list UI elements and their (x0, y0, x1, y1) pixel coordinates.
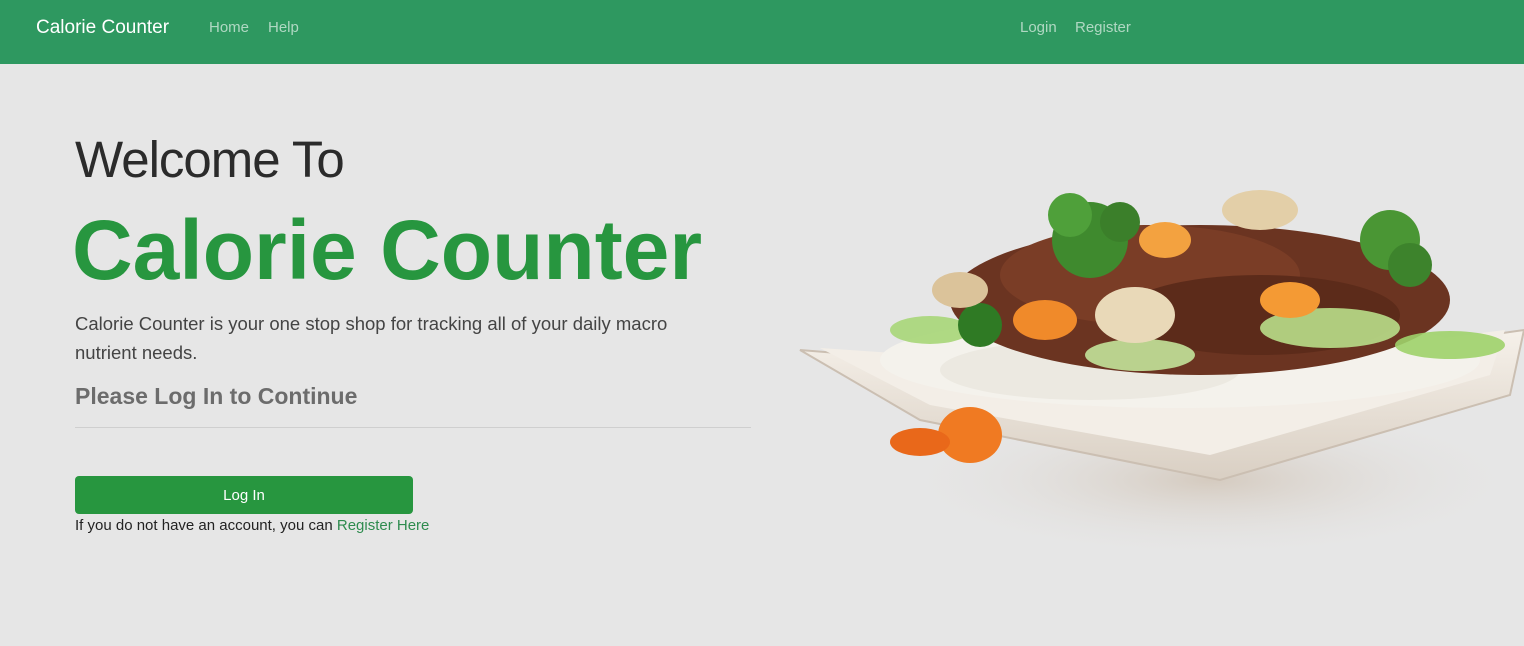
welcome-heading: Welcome To (75, 131, 345, 188)
carrot-slice-3 (1139, 222, 1191, 258)
carrot-slice-2 (1260, 282, 1320, 318)
navbar: Calorie Counter Home Help Login Register (0, 0, 1524, 64)
cabbage-leaf-3 (1395, 331, 1505, 359)
broccoli-2 (1048, 193, 1092, 237)
broccoli-5 (1388, 243, 1432, 287)
nav-login-link[interactable]: Login (1020, 19, 1057, 36)
nav-home-link[interactable]: Home (209, 19, 249, 36)
register-note: If you do not have an account, you can R… (75, 517, 429, 534)
login-prompt: Please Log In to Continue (75, 383, 358, 409)
carrot-slice (1013, 300, 1077, 340)
brand-link[interactable]: Calorie Counter (36, 17, 169, 39)
mushroom-3 (932, 272, 988, 308)
lead-text: Calorie Counter is your one stop shop fo… (75, 313, 668, 363)
broccoli-3 (1100, 202, 1140, 242)
nav-register-link[interactable]: Register (1075, 19, 1131, 36)
mushroom (1095, 287, 1175, 343)
food-plate-image (799, 190, 1524, 560)
cabbage-leaf-2 (1085, 339, 1195, 371)
cabbage-leaf-4 (890, 316, 970, 344)
register-here-link[interactable]: Register Here (337, 517, 430, 534)
nav-help-link[interactable]: Help (268, 19, 299, 36)
broccoli-6 (958, 303, 1002, 347)
carrot-side-2 (890, 428, 950, 456)
register-prefix-text: If you do not have an account, you can (75, 517, 337, 534)
app-title: Calorie Counter (72, 203, 703, 297)
mushroom-2 (1222, 190, 1298, 230)
carrot-side (938, 407, 1002, 463)
divider (75, 427, 751, 428)
login-button[interactable]: Log In (75, 476, 413, 514)
